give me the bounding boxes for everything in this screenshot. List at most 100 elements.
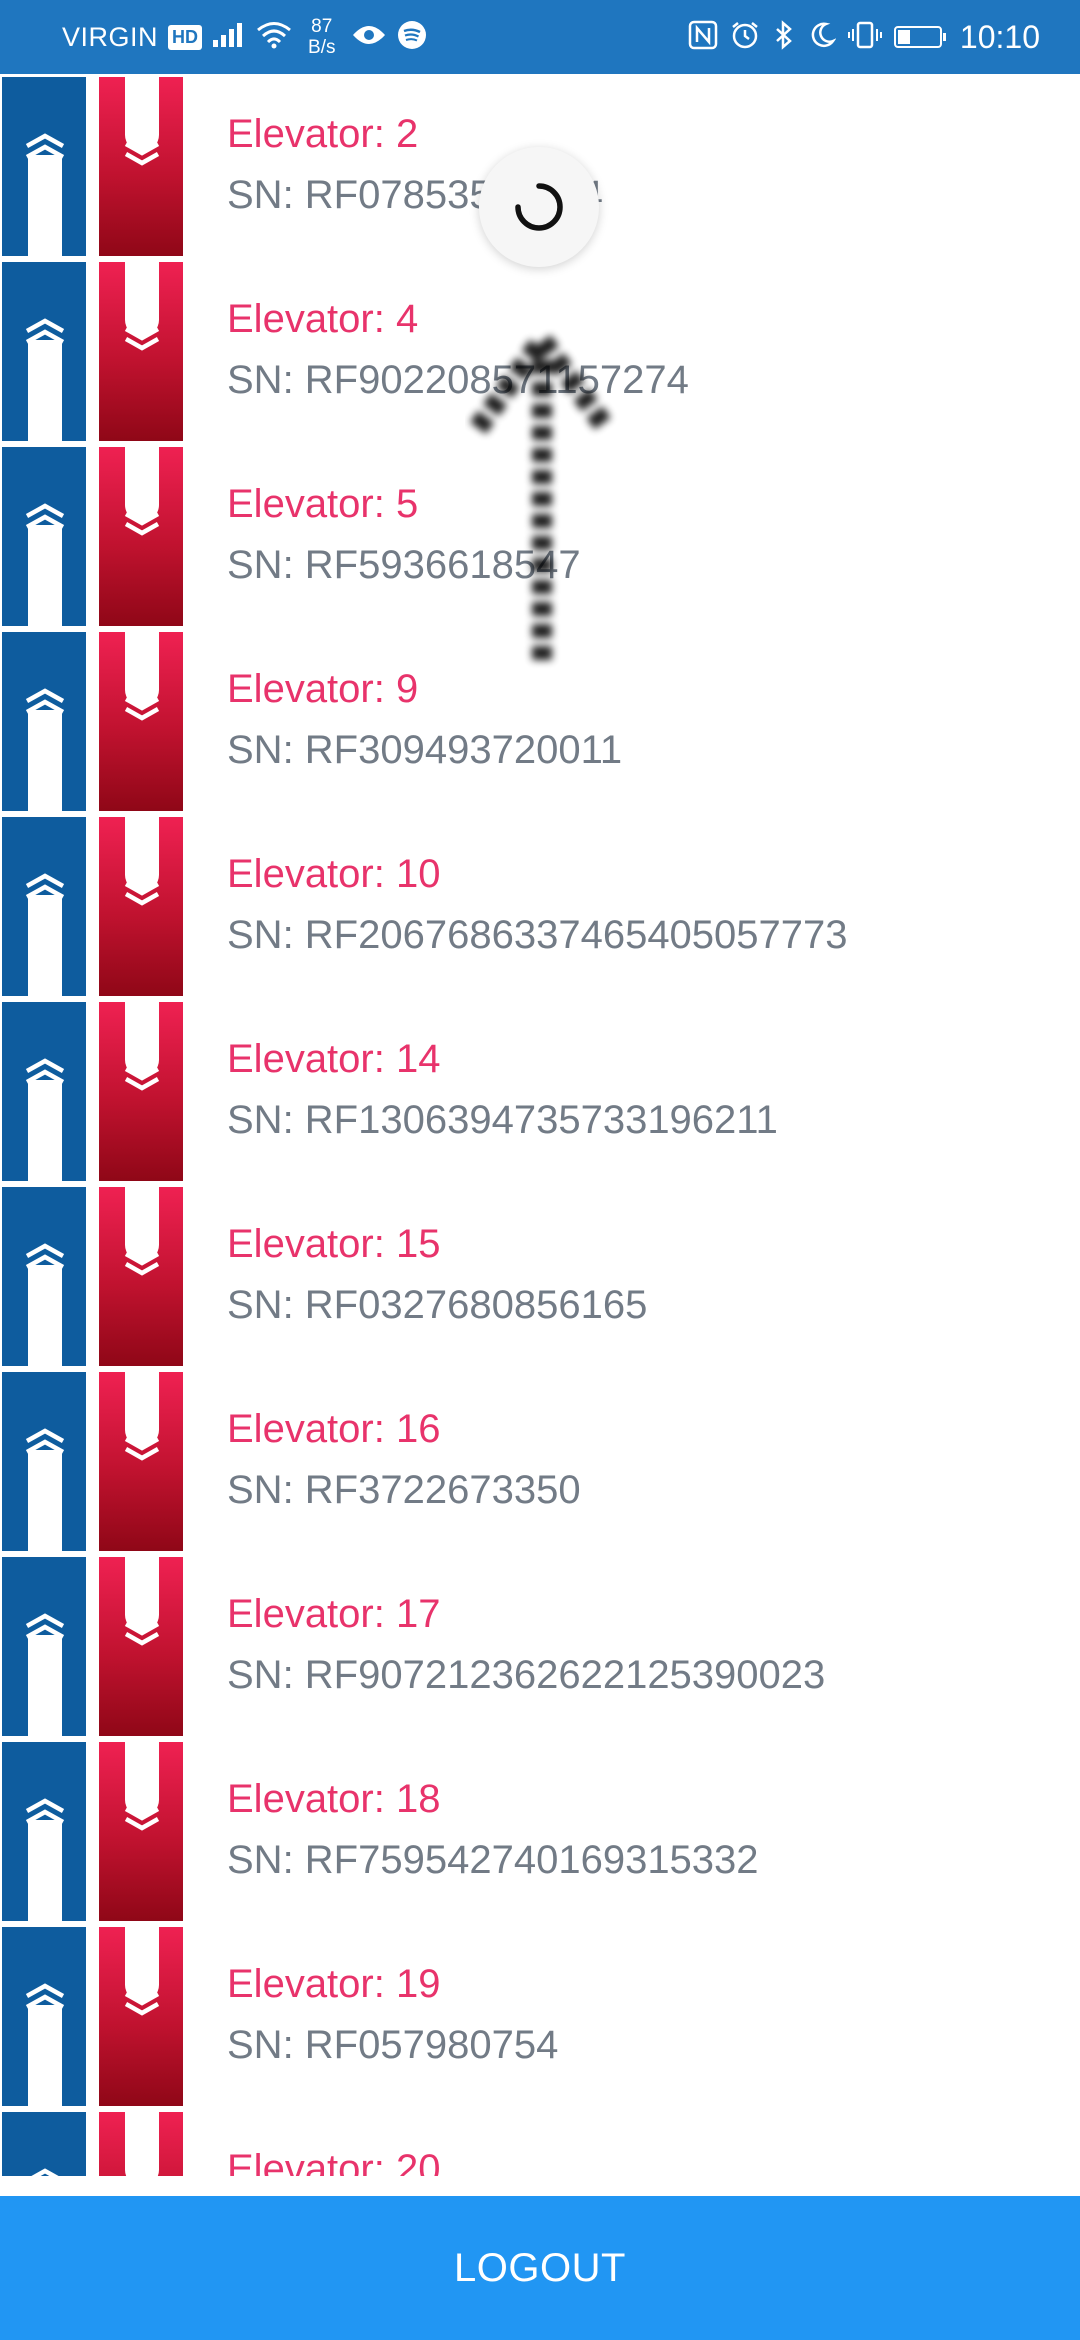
- elevator-title: Elevator: 9: [227, 667, 419, 711]
- wifi-icon: [256, 21, 292, 54]
- elevator-serial-number: SN: RF759542740169315332: [227, 1838, 759, 1882]
- elevator-serial-number: SN: RF0327680856165: [227, 1283, 648, 1327]
- call-down-button[interactable]: [99, 817, 183, 996]
- elevator-title: Elevator: 16: [227, 1407, 441, 1451]
- down-pillar: [125, 1742, 159, 1816]
- clock: 10:10: [959, 18, 1040, 55]
- call-down-button[interactable]: [99, 447, 183, 626]
- chevron-up-icon: [25, 133, 65, 159]
- call-down-button[interactable]: [99, 1742, 183, 1921]
- elevator-serial-number: SN: RF1306394735733196211: [227, 1098, 778, 1142]
- call-up-button[interactable]: [2, 632, 86, 811]
- elevator-title: Elevator: 19: [227, 1962, 441, 2006]
- network-speed-value: 87: [311, 16, 333, 37]
- chevron-down-icon: [124, 882, 160, 906]
- call-up-button[interactable]: [2, 817, 86, 996]
- moon-icon: [808, 21, 837, 54]
- up-pillar: [28, 1820, 62, 1921]
- battery-level-fill: [897, 30, 910, 44]
- call-down-button[interactable]: [99, 262, 183, 441]
- call-up-button[interactable]: [2, 77, 86, 256]
- call-down-button[interactable]: [99, 1557, 183, 1736]
- elevator-title: Elevator: 17: [227, 1592, 441, 1636]
- elevator-serial-number: SN: RF309493720011: [227, 728, 623, 772]
- elevator-row: Elevator: 19 SN: RF057980754: [0, 1924, 1080, 2109]
- call-up-button[interactable]: [2, 1002, 86, 1181]
- call-down-button[interactable]: [99, 1372, 183, 1551]
- elevator-title: Elevator: 10: [227, 852, 441, 896]
- call-down-button[interactable]: [99, 632, 183, 811]
- swipe-up-arrow-icon: [469, 322, 615, 660]
- logout-button[interactable]: LOGOUT: [0, 2196, 1080, 2340]
- call-up-button[interactable]: [2, 1187, 86, 1366]
- bluetooth-icon: [772, 19, 796, 55]
- up-pillar: [28, 1450, 62, 1551]
- elevator-title: Elevator: 14: [227, 1037, 441, 1081]
- alarm-icon: [730, 20, 760, 55]
- up-pillar: [28, 340, 62, 441]
- status-bar-left: VIRGIN HD 87 B/s: [62, 0, 427, 74]
- refresh-spinner: [479, 147, 599, 267]
- call-down-button[interactable]: [99, 1927, 183, 2106]
- spotify-icon: [397, 20, 427, 55]
- call-up-button[interactable]: [2, 262, 86, 441]
- chevron-down-icon: [124, 1807, 160, 1831]
- down-pillar: [125, 1557, 159, 1631]
- call-up-button[interactable]: [2, 447, 86, 626]
- elevator-serial-number: SN: RF2067686337465405057773: [227, 913, 848, 957]
- chevron-down-icon: [124, 1992, 160, 2016]
- call-up-button[interactable]: [2, 1557, 86, 1736]
- elevator-row: Elevator: 16 SN: RF3722673350: [0, 1369, 1080, 1554]
- refresh-spinner-icon: [515, 183, 563, 231]
- network-speed-unit: B/s: [308, 37, 336, 58]
- elevator-serial-number: SN: RF907212362622125390023: [227, 1653, 826, 1697]
- down-pillar: [125, 1187, 159, 1261]
- chevron-up-icon: [25, 1613, 65, 1639]
- elevator-title: Elevator: 2: [227, 112, 419, 156]
- elevator-row: Elevator: 20: [0, 2109, 1080, 2176]
- down-pillar: [125, 77, 159, 151]
- down-pillar: [125, 1372, 159, 1446]
- elevator-row: Elevator: 17 SN: RF907212362622125390023: [0, 1554, 1080, 1739]
- up-pillar: [28, 895, 62, 996]
- down-pillar: [125, 1002, 159, 1076]
- chevron-up-icon: [25, 1243, 65, 1269]
- up-pillar: [28, 525, 62, 626]
- up-pillar: [28, 1265, 62, 1366]
- chevron-up-icon: [25, 873, 65, 899]
- elevator-title: Elevator: 15: [227, 1222, 441, 1266]
- vibrate-icon: [847, 20, 882, 55]
- call-up-button[interactable]: [2, 2112, 86, 2176]
- call-up-button[interactable]: [2, 1742, 86, 1921]
- down-pillar: [125, 817, 159, 891]
- elevator-title: Elevator: 18: [227, 1777, 441, 1821]
- down-pillar: [125, 1927, 159, 2001]
- carrier-name: VIRGIN: [62, 21, 159, 52]
- call-down-button[interactable]: [99, 1002, 183, 1181]
- down-pillar: [125, 2112, 159, 2176]
- chevron-down-icon: [124, 512, 160, 536]
- call-down-button[interactable]: [99, 2112, 183, 2176]
- chevron-up-icon: [25, 503, 65, 529]
- hd-badge: HD: [168, 24, 203, 50]
- up-pillar: [28, 1080, 62, 1181]
- nfc-icon: [688, 20, 718, 55]
- elevator-row: Elevator: 18 SN: RF759542740169315332: [0, 1739, 1080, 1924]
- chevron-up-icon: [25, 688, 65, 714]
- down-pillar: [125, 632, 159, 706]
- status-bar: VIRGIN HD 87 B/s 10:10: [0, 0, 1080, 74]
- call-up-button[interactable]: [2, 1372, 86, 1551]
- down-pillar: [125, 262, 159, 336]
- network-speed: 87 B/s: [308, 16, 335, 58]
- eye-icon: [351, 23, 387, 52]
- elevator-title: Elevator: 20: [227, 2147, 441, 2176]
- battery-icon: [893, 26, 946, 48]
- elevator-row: Elevator: 10 SN: RF206768633746540505777…: [0, 814, 1080, 999]
- elevator-serial-number: SN: RF3722673350: [227, 1468, 581, 1512]
- elevator-row: Elevator: 15 SN: RF0327680856165: [0, 1184, 1080, 1369]
- up-pillar: [28, 155, 62, 256]
- elevator-title: Elevator: 4: [227, 297, 419, 341]
- call-down-button[interactable]: [99, 1187, 183, 1366]
- call-up-button[interactable]: [2, 1927, 86, 2106]
- call-down-button[interactable]: [99, 77, 183, 256]
